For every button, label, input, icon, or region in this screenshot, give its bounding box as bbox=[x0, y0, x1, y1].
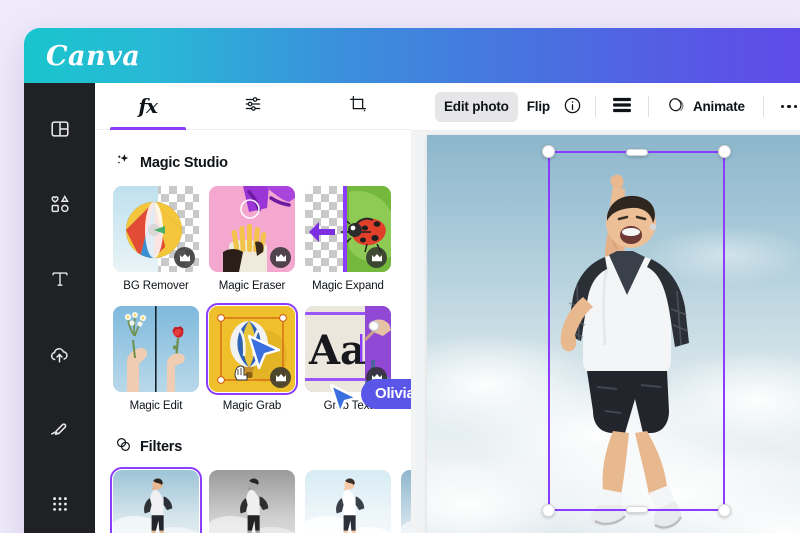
selection-frame[interactable] bbox=[542, 145, 731, 517]
left-sidebar bbox=[24, 83, 95, 533]
tool-thumbnail bbox=[209, 186, 295, 272]
magic-studio-header: Magic Studio bbox=[115, 152, 393, 174]
shapes-icon bbox=[49, 193, 71, 215]
filter-item[interactable] bbox=[305, 470, 391, 533]
filter-item[interactable] bbox=[109, 466, 203, 533]
toolbar-divider bbox=[762, 96, 764, 117]
tool-grab-text[interactable]: Aa Grab Text bbox=[305, 306, 391, 412]
filters-title: Filters bbox=[140, 439, 183, 455]
tool-magic-edit[interactable]: Magic Edit bbox=[113, 306, 199, 412]
ellipsis-icon bbox=[787, 104, 791, 109]
tab-adjust[interactable] bbox=[200, 83, 305, 130]
sidebar-item-text[interactable] bbox=[38, 259, 82, 299]
tool-magic-grab[interactable]: Magic Grab bbox=[205, 302, 299, 412]
resize-handle-top-left[interactable] bbox=[542, 145, 555, 158]
canva-logo[interactable]: Canva bbox=[46, 41, 140, 72]
magic-studio-row-1: BG Remover Magic Eraser Magic Expand bbox=[113, 186, 393, 292]
position-button[interactable] bbox=[605, 92, 639, 122]
tool-label: BG Remover bbox=[123, 280, 189, 292]
ellipsis-icon bbox=[780, 104, 785, 109]
sidebar-item-apps[interactable] bbox=[38, 484, 82, 524]
design-panel-icon bbox=[49, 118, 71, 140]
filter-item[interactable] bbox=[209, 470, 295, 533]
text-t-icon bbox=[49, 268, 71, 290]
pro-crown-badge bbox=[270, 247, 291, 268]
pro-crown-badge bbox=[270, 367, 291, 388]
app-window: Canva fx Magic Studio BG Remover Magic E… bbox=[24, 28, 800, 533]
tool-label: Magic Grab bbox=[222, 400, 282, 412]
panel-content: Magic Studio BG Remover Magic Eraser Mag… bbox=[95, 130, 411, 533]
pen-draw-icon bbox=[48, 418, 71, 441]
sidebar-item-elements[interactable] bbox=[38, 184, 82, 224]
resize-handle-bottom-left[interactable] bbox=[542, 504, 555, 517]
resize-handle-top-center[interactable] bbox=[625, 149, 648, 156]
flip-button[interactable]: Flip bbox=[518, 92, 559, 122]
tool-label: Grab Text bbox=[323, 400, 373, 412]
sidebar-item-draw[interactable] bbox=[38, 409, 82, 449]
cloud-upload-icon bbox=[48, 343, 71, 366]
effects-panel: fx Magic Studio BG Remover Magic Eraser … bbox=[95, 83, 411, 533]
editor-area: Edit photo Flip Animate bbox=[411, 83, 800, 533]
position-lines-icon bbox=[611, 97, 633, 116]
photo-toolbar: Edit photo Flip Animate bbox=[411, 83, 800, 131]
title-bar: Canva bbox=[24, 28, 800, 83]
edit-photo-button[interactable]: Edit photo bbox=[435, 91, 518, 122]
tool-thumbnail: Aa bbox=[305, 306, 391, 392]
effects-fx-icon: fx bbox=[138, 94, 158, 118]
tool-magic-expand[interactable]: Magic Expand bbox=[305, 186, 391, 292]
tab-crop[interactable] bbox=[306, 83, 411, 130]
info-button[interactable] bbox=[559, 92, 586, 122]
tool-thumbnail bbox=[205, 302, 299, 396]
tab-effects[interactable]: fx bbox=[95, 83, 200, 130]
grid-apps-icon bbox=[50, 494, 70, 514]
filters-list bbox=[109, 466, 411, 533]
pro-crown-badge bbox=[174, 247, 195, 268]
sidebar-item-uploads[interactable] bbox=[38, 334, 82, 374]
animate-button[interactable]: Animate bbox=[658, 92, 754, 122]
magic-studio-title: Magic Studio bbox=[140, 155, 228, 171]
pro-crown-badge bbox=[366, 367, 387, 388]
svg-text:Aa: Aa bbox=[308, 327, 366, 374]
tool-label: Magic Eraser bbox=[218, 280, 286, 292]
toolbar-divider bbox=[647, 96, 649, 117]
magic-studio-row-2: Magic Edit Magic Grab Aa Grab Text bbox=[113, 302, 393, 412]
resize-handle-bottom-right[interactable] bbox=[718, 504, 731, 517]
ellipsis-icon bbox=[793, 104, 798, 109]
sliders-adjust-icon bbox=[243, 94, 263, 119]
more-options-button[interactable] bbox=[773, 92, 800, 122]
info-circle-icon bbox=[563, 96, 582, 118]
sparkles-icon bbox=[115, 152, 132, 174]
filter-item[interactable] bbox=[401, 470, 411, 533]
filters-circles-icon bbox=[115, 436, 132, 458]
filters-header: Filters bbox=[115, 436, 393, 458]
animate-circle-icon bbox=[667, 96, 686, 118]
pro-crown-badge bbox=[366, 247, 387, 268]
tool-thumbnail bbox=[113, 306, 199, 392]
canvas-scroll-area[interactable] bbox=[411, 131, 800, 533]
tool-thumbnail bbox=[113, 186, 199, 272]
artboard[interactable] bbox=[427, 135, 800, 533]
tool-magic-eraser[interactable]: Magic Eraser bbox=[209, 186, 295, 292]
tool-bg-remover[interactable]: BG Remover bbox=[113, 186, 199, 292]
animate-label: Animate bbox=[692, 99, 745, 114]
tool-label: Magic Expand bbox=[312, 280, 384, 292]
crop-icon bbox=[348, 94, 368, 119]
tool-thumbnail bbox=[305, 186, 391, 272]
canva-editor-screenshot: Canva fx Magic Studio BG Remover Magic E… bbox=[0, 0, 800, 533]
sidebar-item-design[interactable] bbox=[38, 109, 82, 149]
toolbar-divider bbox=[594, 96, 596, 117]
panel-tabs: fx bbox=[95, 83, 411, 130]
tool-label: Magic Edit bbox=[129, 400, 183, 412]
resize-handle-bottom-center[interactable] bbox=[625, 506, 648, 513]
resize-handle-top-right[interactable] bbox=[718, 145, 731, 158]
